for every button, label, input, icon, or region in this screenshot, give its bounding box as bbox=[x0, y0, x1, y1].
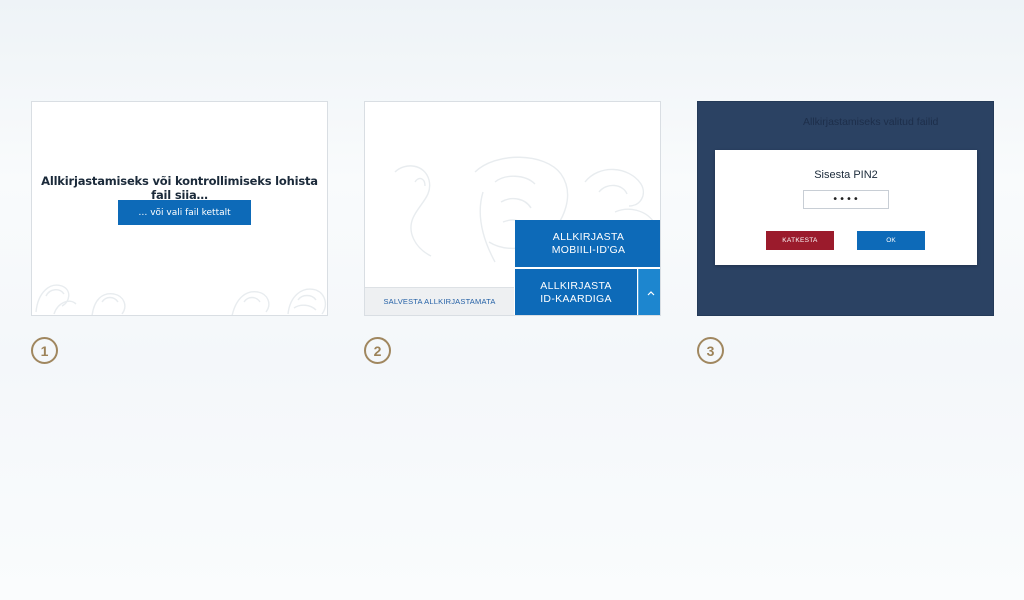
step-number-3: 3 bbox=[697, 337, 724, 364]
ok-button[interactable]: OK bbox=[857, 231, 925, 250]
sign-mobile-id-button[interactable]: ALLKIRJASTA MOBIILI-ID'GA bbox=[515, 220, 660, 267]
sign-mobile-id-label-line2: MOBIILI-ID'GA bbox=[551, 243, 626, 256]
selected-files-title: Allkirjastamiseks valitud failid bbox=[803, 116, 939, 128]
sign-id-card-button[interactable]: ALLKIRJASTA ID-KAARDIGA bbox=[515, 269, 637, 315]
save-unsigned-button[interactable]: SALVESTA ALLKIRJASTAMATA bbox=[365, 287, 514, 315]
step-number-2: 2 bbox=[364, 337, 391, 364]
sign-mobile-id-label-line1: ALLKIRJASTA bbox=[552, 230, 625, 243]
step-number-1: 1 bbox=[31, 337, 58, 364]
pin2-dialog: Sisesta PIN2 KATKESTA OK bbox=[715, 150, 977, 265]
chevron-up-icon bbox=[647, 291, 654, 296]
signing-options-panel: ALLKIRJASTA MOBIILI-ID'GA SALVESTA ALLKI… bbox=[364, 101, 661, 316]
cancel-button[interactable]: KATKESTA bbox=[766, 231, 834, 250]
sign-id-card-label-line1: ALLKIRJASTA bbox=[540, 280, 612, 292]
choose-file-button[interactable]: … või vali fail kettalt bbox=[118, 200, 251, 225]
pin2-input[interactable] bbox=[803, 190, 889, 209]
drop-instruction-text: Allkirjastamiseks või kontrollimiseks lo… bbox=[41, 174, 318, 202]
sign-id-card-label-line2: ID-KAARDIGA bbox=[540, 293, 612, 305]
lion-watermark-icon bbox=[35, 284, 327, 315]
pin2-dialog-title: Sisesta PIN2 bbox=[814, 169, 878, 181]
file-drop-zone[interactable]: Allkirjastamiseks või kontrollimiseks lo… bbox=[31, 101, 328, 316]
more-options-button[interactable] bbox=[638, 269, 660, 315]
pin-entry-panel: Allkirjastamiseks valitud failid Sisesta… bbox=[697, 101, 994, 316]
